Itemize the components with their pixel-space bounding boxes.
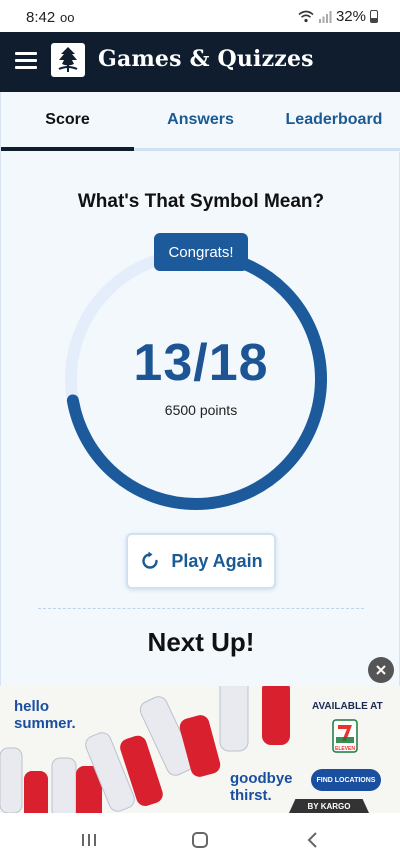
tab-leaderboard[interactable]: Leaderboard: [267, 92, 400, 148]
ad-provider-badge[interactable]: BY KARGO: [289, 799, 369, 813]
tab-answers[interactable]: Answers: [134, 92, 267, 148]
congrats-badge: Congrats!: [154, 233, 248, 271]
status-time: 8:42: [26, 9, 56, 26]
seven-eleven-logo-icon: ELEVEN: [332, 719, 358, 753]
recent-apps-icon[interactable]: [74, 827, 104, 853]
britannica-logo-icon[interactable]: [51, 43, 85, 77]
score-value: 13/18: [133, 334, 269, 392]
status-icons: 32%: [298, 8, 378, 25]
active-tab-indicator: [1, 147, 134, 151]
battery-percent: 32%: [335, 8, 366, 25]
ad-store-name: ELEVEN: [335, 746, 355, 752]
voicemail-icon: oo: [60, 10, 75, 25]
section-divider: [38, 608, 364, 609]
signal-icon: [318, 11, 332, 23]
ad-available-at: AVAILABLE AT: [312, 701, 383, 712]
wifi-icon: [298, 10, 314, 23]
play-again-button[interactable]: Play Again: [126, 533, 276, 589]
refresh-icon: [142, 551, 159, 569]
ad-banner[interactable]: hello summer. AVAILABLE AT ELEVEN goodby…: [0, 686, 400, 813]
ad-tagline: goodbye thirst.: [230, 770, 293, 804]
ad-close-icon[interactable]: [368, 657, 394, 683]
tab-score[interactable]: Score: [1, 92, 134, 148]
tab-track: [134, 148, 400, 151]
results-tabs: Score Answers Leaderboard: [1, 92, 400, 152]
ad-find-locations-button[interactable]: FIND LOCATIONS: [311, 769, 381, 791]
home-icon[interactable]: [185, 827, 215, 853]
hamburger-menu-icon[interactable]: [15, 52, 37, 70]
system-nav-bar: [0, 813, 400, 866]
score-panel: Score Answers Leaderboard What's That Sy…: [0, 92, 400, 686]
battery-icon: [370, 10, 378, 23]
play-again-label: Play Again: [171, 550, 263, 571]
next-up-heading: Next Up!: [147, 627, 255, 657]
app-title: Games & Quizzes: [98, 46, 314, 72]
back-icon[interactable]: [298, 827, 328, 853]
app-bar: Games & Quizzes: [0, 32, 400, 92]
quiz-title: What's That Symbol Mean?: [77, 191, 325, 212]
status-bar: 8:42 oo 32%: [0, 0, 400, 32]
points-label: 6500 points: [164, 402, 238, 418]
